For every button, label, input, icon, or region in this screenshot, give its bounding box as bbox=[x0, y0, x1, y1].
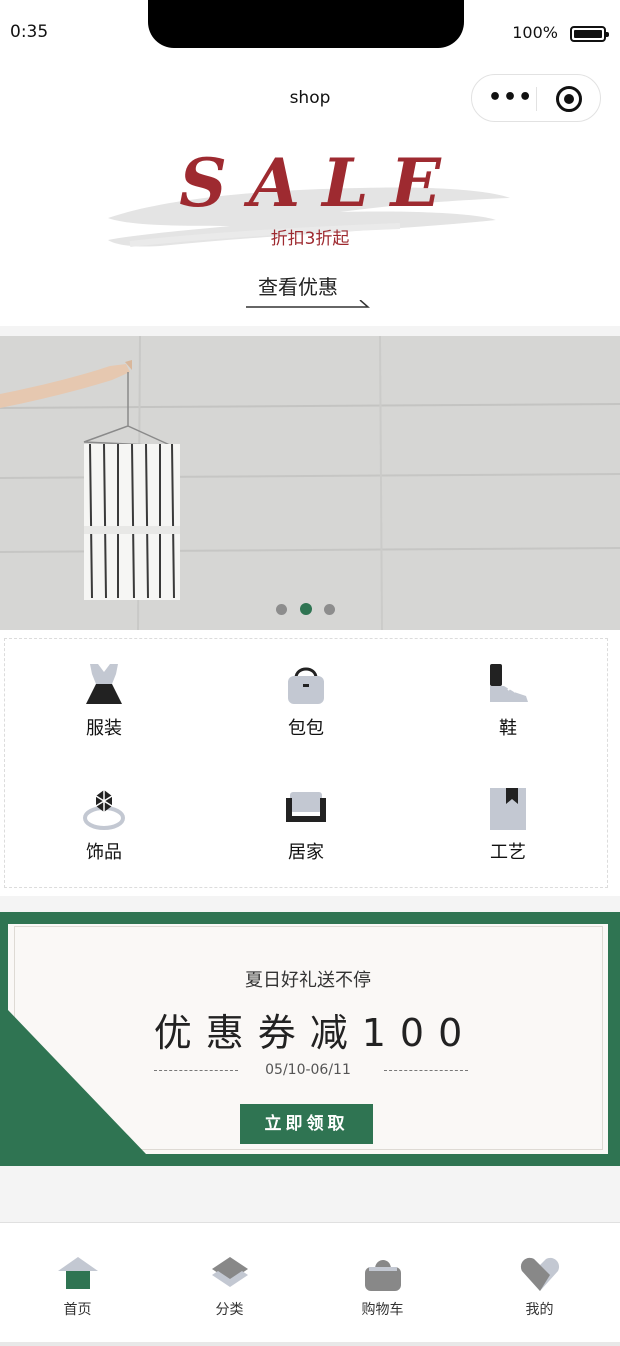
carousel-dot[interactable] bbox=[276, 604, 287, 615]
category-grid: 服装 包包 鞋 饰品 居家 工艺 bbox=[0, 630, 620, 896]
category-bags[interactable]: 包包 bbox=[246, 660, 366, 760]
banner-image bbox=[0, 336, 620, 630]
dashed-divider-right bbox=[384, 1070, 468, 1071]
coupon-card: 夏日好礼送不停 优惠券减100 05/10-06/11 立即领取 bbox=[8, 924, 608, 1154]
coupon-tagline: 夏日好礼送不停 bbox=[245, 970, 371, 991]
status-time: 0:35 bbox=[10, 22, 49, 42]
category-label: 工艺 bbox=[490, 842, 526, 863]
status-bar: 0:35 100% bbox=[0, 0, 620, 66]
coupon-banner: 夏日好礼送不停 优惠券减100 05/10-06/11 立即领取 bbox=[0, 912, 620, 1166]
battery-icon bbox=[570, 26, 609, 42]
view-offers-link[interactable]: 查看优惠 bbox=[258, 271, 338, 300]
more-menu-icon[interactable]: ••• bbox=[488, 87, 533, 109]
tab-bar: 首页 分类 购物车 我的 bbox=[0, 1222, 620, 1346]
sofa-icon bbox=[286, 792, 326, 822]
sale-subtitle: 折扣3折起 bbox=[270, 229, 350, 249]
tab-home[interactable]: 首页 bbox=[0, 1223, 155, 1323]
category-icon bbox=[212, 1257, 248, 1287]
coupon-headline: 优惠券减100 bbox=[153, 1011, 477, 1055]
bottom-edge bbox=[0, 1342, 620, 1346]
category-home[interactable]: 居家 bbox=[246, 784, 366, 884]
category-label: 居家 bbox=[288, 842, 324, 863]
tab-cart[interactable]: 购物车 bbox=[305, 1223, 460, 1323]
cart-icon bbox=[365, 1260, 401, 1291]
bag-icon bbox=[288, 667, 324, 704]
sale-title: SALE bbox=[179, 144, 463, 222]
ring-icon bbox=[83, 790, 125, 830]
nav-bar: shop ••• bbox=[0, 66, 620, 130]
category-accessories[interactable]: 饰品 bbox=[44, 784, 164, 884]
category-label: 服装 bbox=[86, 718, 122, 739]
tab-profile[interactable]: 我的 bbox=[462, 1223, 617, 1323]
carousel-dot-active[interactable] bbox=[300, 603, 312, 615]
carousel-indicator bbox=[276, 603, 346, 618]
device-notch bbox=[148, 0, 464, 48]
home-icon bbox=[58, 1257, 98, 1289]
category-label: 包包 bbox=[288, 718, 324, 739]
tab-category[interactable]: 分类 bbox=[152, 1223, 307, 1323]
tab-label: 首页 bbox=[63, 1302, 92, 1318]
sale-header: SALE 折扣3折起 查看优惠 bbox=[0, 130, 620, 326]
banner-carousel[interactable] bbox=[0, 336, 620, 630]
capsule-divider bbox=[536, 87, 537, 111]
category-clothing[interactable]: 服装 bbox=[44, 660, 164, 760]
coupon-date: 05/10-06/11 bbox=[265, 1062, 351, 1078]
dress-icon bbox=[86, 664, 122, 704]
category-shoes[interactable]: 鞋 bbox=[448, 660, 568, 760]
battery-percent: 100% bbox=[512, 23, 558, 42]
miniprogram-capsule: ••• bbox=[471, 74, 601, 122]
close-miniprogram-icon[interactable] bbox=[556, 86, 582, 112]
tab-label: 购物车 bbox=[361, 1302, 404, 1318]
tab-label: 我的 bbox=[525, 1302, 554, 1318]
book-icon bbox=[490, 788, 526, 830]
shoe-icon bbox=[490, 664, 528, 702]
category-crafts[interactable]: 工艺 bbox=[448, 784, 568, 884]
carousel-dot[interactable] bbox=[324, 604, 335, 615]
link-underline-arrow bbox=[246, 300, 370, 308]
profile-icon bbox=[520, 1257, 560, 1291]
tab-label: 分类 bbox=[215, 1302, 244, 1318]
claim-coupon-button[interactable]: 立即领取 bbox=[240, 1104, 373, 1144]
category-label: 鞋 bbox=[499, 718, 517, 739]
category-label: 饰品 bbox=[86, 842, 122, 863]
